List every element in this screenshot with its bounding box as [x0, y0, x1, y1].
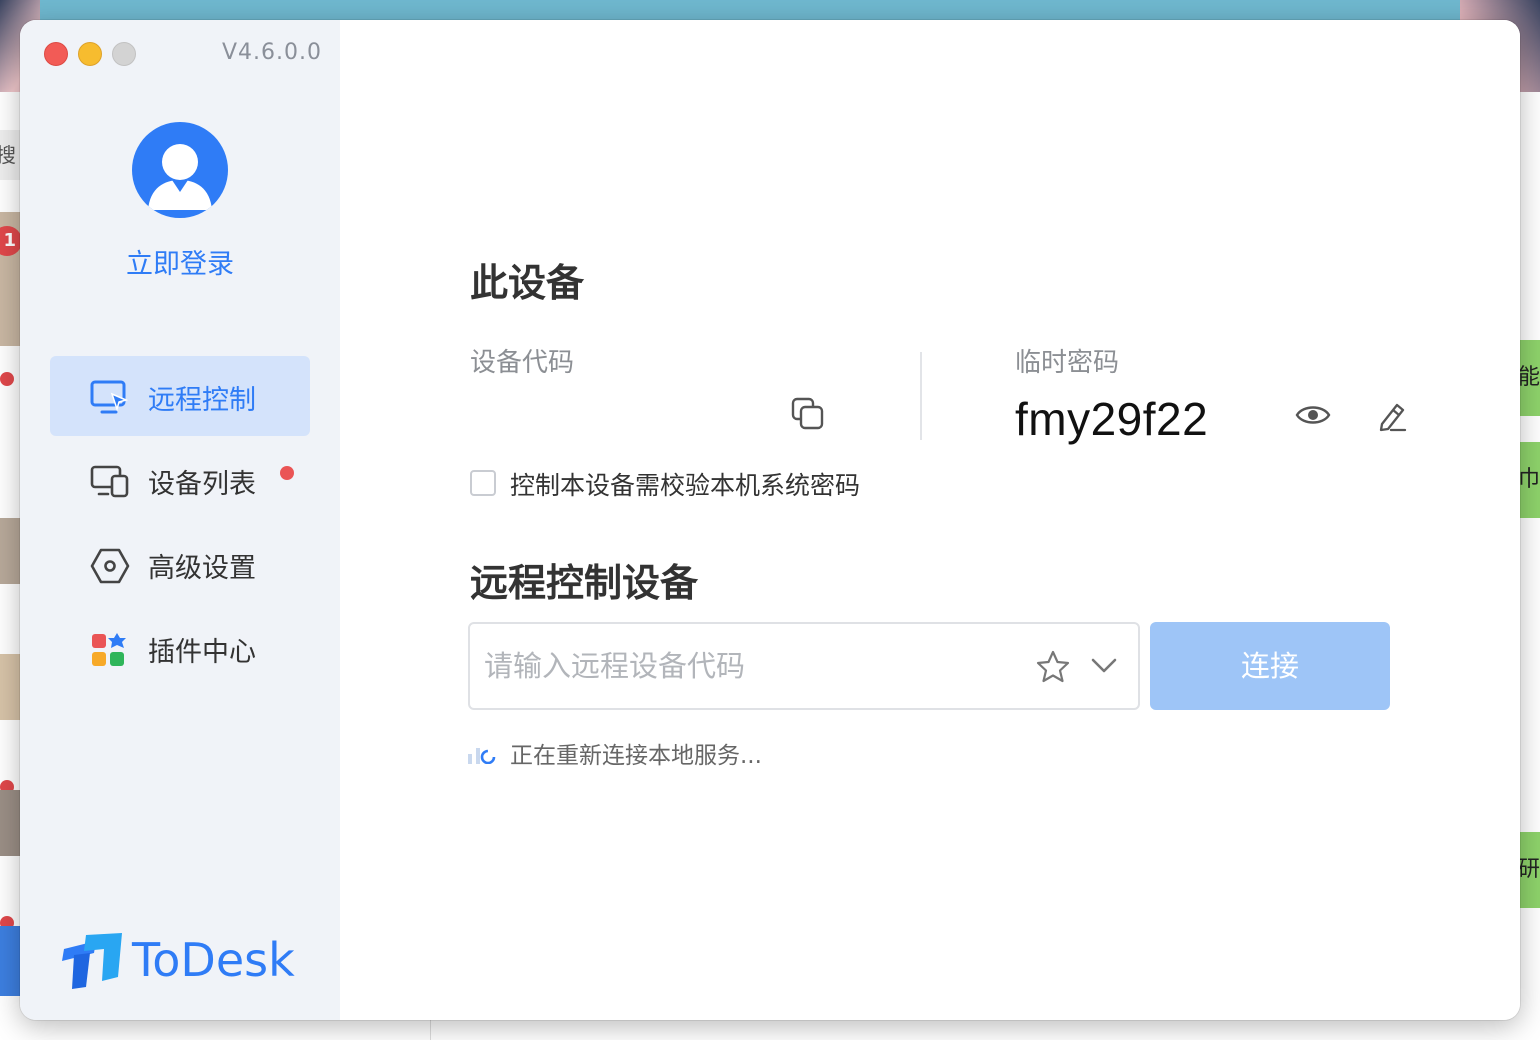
main-panel: 此设备 设备代码 临时密码 fmy29f22 控制本设备需校验本机系统密码 远程… [340, 20, 1520, 1020]
background-thumbnail [0, 518, 22, 584]
background-thumbnail [0, 790, 22, 856]
background-tag: 能 [1518, 340, 1540, 416]
app-version: V4.6.0.0 [221, 40, 322, 65]
todesk-window: V4.6.0.0 立即登录 远程控制 设备列表 高级设置 插件中心 ToDesk… [20, 20, 1520, 1020]
divider [920, 352, 922, 440]
verify-system-password-checkbox[interactable] [470, 470, 496, 496]
brand-name: ToDesk [132, 933, 295, 987]
sidebar-item-label: 设备列表 [148, 469, 256, 500]
loading-icon [468, 742, 498, 765]
sidebar-item-label: 插件中心 [148, 637, 256, 668]
device-code-label: 设备代码 [470, 348, 575, 378]
maximize-window-button[interactable] [112, 42, 136, 66]
background-line [430, 1020, 431, 1040]
copy-icon[interactable] [790, 396, 826, 436]
verify-system-password-label[interactable]: 控制本设备需校验本机系统密码 [510, 466, 860, 502]
close-window-button[interactable] [44, 42, 68, 66]
todesk-logo-icon [62, 933, 122, 989]
remote-device-code-field [468, 622, 1140, 710]
sidebar-item-advanced-settings[interactable]: 高级设置 [50, 524, 310, 604]
remote-control-title: 远程控制设备 [470, 561, 699, 605]
background-tag: 研 [1518, 832, 1540, 908]
connection-status-text: 正在重新连接本地服务... [510, 743, 762, 769]
devices-icon [90, 464, 130, 498]
settings-hexagon-icon [90, 548, 130, 584]
background-search-box: 搜索 [0, 130, 22, 180]
todesk-logo: ToDesk [60, 928, 295, 992]
sidebar-item-label: 远程控制 [148, 385, 256, 416]
plugins-grid-icon [90, 632, 130, 666]
background-thumbnail [0, 926, 22, 996]
sidebar: V4.6.0.0 立即登录 远程控制 设备列表 高级设置 插件中心 ToDesk [20, 20, 340, 1020]
user-avatar-icon[interactable] [132, 122, 228, 218]
this-device-title: 此设备 [470, 261, 585, 305]
chevron-down-icon[interactable] [1090, 656, 1118, 680]
sidebar-item-remote-control[interactable]: 远程控制 [50, 356, 310, 436]
notification-dot [280, 466, 294, 480]
remote-device-code-input[interactable] [484, 624, 1024, 708]
minimize-window-button[interactable] [78, 42, 102, 66]
eye-icon[interactable] [1295, 400, 1331, 434]
sidebar-item-label: 高级设置 [148, 553, 256, 584]
temp-password-label: 临时密码 [1015, 348, 1120, 378]
temp-password-value: fmy29f22 [1015, 393, 1209, 445]
background-thumbnail [0, 654, 22, 720]
monitor-remote-icon [90, 380, 130, 414]
edit-password-icon[interactable] [1377, 400, 1407, 436]
connect-button[interactable]: 连接 [1150, 622, 1390, 710]
star-favorite-icon[interactable] [1036, 650, 1070, 688]
sidebar-item-plugin-center[interactable]: 插件中心 [50, 608, 310, 688]
login-link[interactable]: 立即登录 [20, 242, 340, 281]
background-dot [0, 372, 14, 386]
sidebar-item-device-list[interactable]: 设备列表 [50, 440, 310, 520]
background-tag: 巾 [1518, 442, 1540, 518]
